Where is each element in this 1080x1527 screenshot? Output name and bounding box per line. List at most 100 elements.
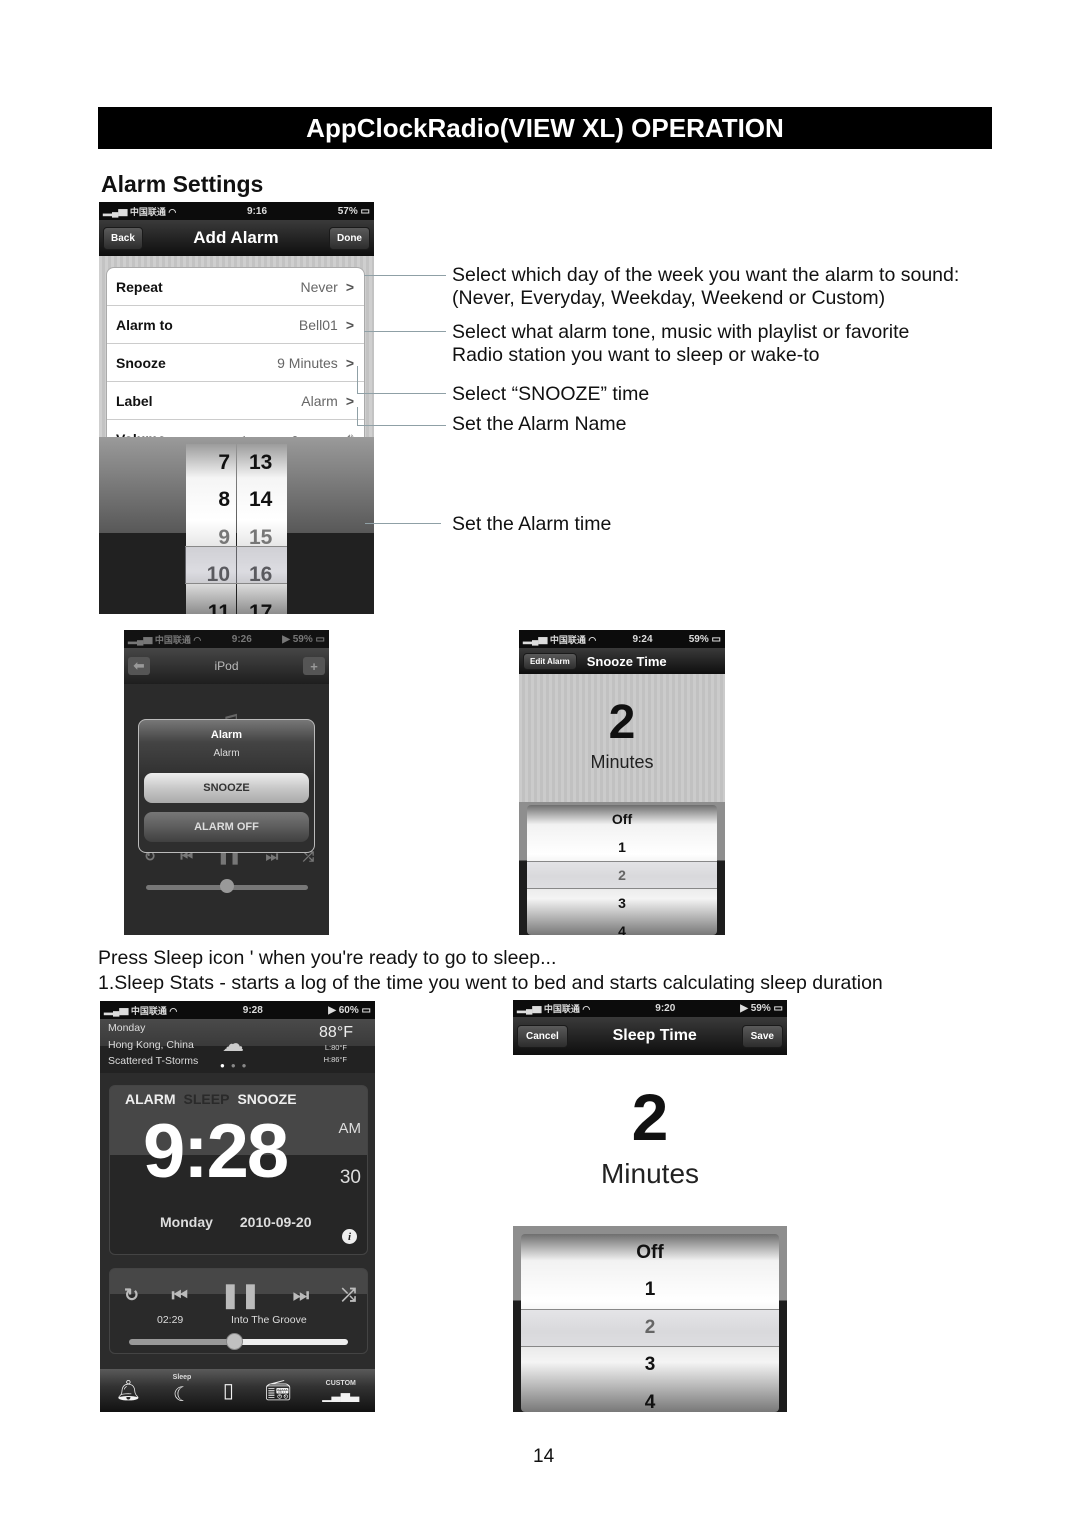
label-row[interactable]: Label Alarm >	[107, 382, 364, 420]
snooze-wheel[interactable]: Off 1 2 3 4	[527, 805, 717, 935]
tab-ipod[interactable]: ▯	[223, 1378, 234, 1403]
leader-line	[365, 523, 441, 524]
tab-alarm[interactable]: 🔔︎	[116, 1378, 141, 1403]
clock-screenshot: ▂▄▆ 中国联通 ◠ 9:28 ▶ 60% ▭ Monday Hong Kong…	[100, 1001, 375, 1412]
leader-line	[357, 393, 446, 394]
track-title: Into The Groove	[231, 1314, 307, 1326]
status-time: 9:28	[242, 1004, 263, 1016]
hour-option[interactable]: 7	[186, 444, 236, 482]
weather-panel[interactable]: Monday Hong Kong, China Scattered T-Stor…	[100, 1019, 375, 1073]
time-picker[interactable]: 7 8 9 10 11 13 14 15 16 17	[99, 437, 374, 614]
annotation-alarm-to: Select what alarm tone, music with playl…	[452, 321, 909, 367]
alarm-alert-dialog: Alarm Alarm SNOOZE ALARM OFF	[138, 719, 315, 853]
picker-option[interactable]: 1	[527, 833, 717, 861]
picker-option[interactable]: Off	[521, 1234, 779, 1272]
alarm-to-row[interactable]: Alarm to Bell01 >	[107, 306, 364, 344]
wifi-icon: ◠	[168, 206, 177, 217]
picker-option[interactable]: 3	[521, 1347, 779, 1385]
minute-option[interactable]: 14	[237, 482, 287, 520]
cancel-button[interactable]: Cancel	[517, 1024, 568, 1048]
done-button[interactable]: Done	[328, 226, 370, 250]
shuffle-icon[interactable]: ⤮	[342, 1285, 356, 1306]
seconds: 30	[339, 1167, 361, 1188]
annotation-repeat: Select which day of the week you want th…	[452, 264, 959, 310]
minute-wheel[interactable]: 13 14 15 16 17	[237, 444, 287, 614]
row-value: Alarm	[301, 392, 338, 409]
snooze-row[interactable]: Snooze 9 Minutes >	[107, 344, 364, 382]
player-controls: ↻ ⏮ ❚❚ ⏭ ⤮	[124, 1281, 356, 1310]
picker-selection-band	[185, 546, 287, 584]
alarm-indicator: ALARM	[125, 1091, 176, 1107]
battery-status: ▶ 60% ▭	[328, 1004, 371, 1016]
temp-low: L:80°F	[324, 1043, 347, 1052]
leader-line	[364, 331, 446, 332]
chevron-right-icon: >	[345, 354, 354, 371]
pause-icon[interactable]: ❚❚	[220, 1281, 260, 1310]
signal-carrier: ▂▄▆ 中国联通 ◠	[128, 634, 202, 645]
next-icon[interactable]: ⏭	[293, 1285, 309, 1306]
slider-knob[interactable]	[220, 879, 234, 893]
signal-carrier: ▂▄▆ 中国联通 ◠	[104, 1005, 178, 1016]
minute-option[interactable]: 17	[237, 594, 287, 614]
sleep-time-header: ▂▄▆ 中国联通 ◠ 9:20 ▶ 59% ▭ Cancel Sleep Tim…	[513, 1000, 787, 1055]
snooze-button[interactable]: SNOOZE	[144, 773, 309, 803]
sleep-value: 2	[631, 1080, 669, 1154]
picker-option[interactable]: 3	[527, 889, 717, 917]
battery-icon: ▭	[360, 205, 370, 217]
leader-line	[357, 425, 446, 426]
ipod-alarm-screenshot: ▂▄▆ 中国联通 ◠ 9:26 ▶ 59% ▭ ⬅ iPod + ♫ ↻ ⏮ ❚…	[124, 630, 329, 935]
hour-option[interactable]: 8	[186, 482, 236, 520]
save-button[interactable]: Save	[741, 1024, 783, 1048]
annotation-snooze: Select “SNOOZE” time	[452, 383, 650, 405]
tab-custom[interactable]: CUSTOM ▁▃▅▃	[322, 1380, 359, 1402]
am-pm: AM	[338, 1120, 362, 1137]
tab-caption: CUSTOM	[325, 1379, 356, 1387]
bell-icon: 🔔︎	[115, 1380, 142, 1402]
clock-time: 9:28	[143, 1109, 289, 1194]
repeat-row[interactable]: Repeat Never >	[107, 268, 364, 306]
weather-condition: Scattered T-Storms	[108, 1055, 199, 1067]
edit-alarm-back-button[interactable]: Edit Alarm	[523, 652, 577, 670]
instruction-line: 1.Sleep Stats - starts a log of the time…	[98, 972, 883, 994]
annotation-line: (Never, Everyday, Weekday, Weekend or Cu…	[452, 287, 886, 309]
back-button[interactable]: Back	[103, 226, 143, 250]
row-value: Bell01	[298, 316, 338, 333]
picker-option-selected[interactable]: 2	[527, 861, 717, 889]
chevron-right-icon: >	[345, 392, 354, 409]
moon-icon: ☾	[173, 1384, 191, 1406]
status-bar: ▂▄▆ 中国联通 ◠ 9:28 ▶ 60% ▭	[100, 1001, 375, 1019]
picker-option[interactable]: 1	[521, 1272, 779, 1310]
leader-line	[364, 275, 446, 276]
ipod-icon: ▯	[222, 1380, 234, 1402]
nav-bar: Back Add Alarm Done	[99, 220, 374, 256]
hour-wheel[interactable]: 7 8 9 10 11	[186, 444, 236, 614]
picker-option-selected[interactable]: 2	[521, 1309, 779, 1347]
previous-icon[interactable]: ⏮	[172, 1285, 188, 1306]
annotation-line: Radio station you want to sleep or wake-…	[452, 344, 820, 366]
tab-radio[interactable]: 📻︎	[265, 1378, 290, 1403]
picker-option[interactable]: Off	[527, 805, 717, 833]
info-icon[interactable]: i	[342, 1229, 357, 1244]
repeat-one-icon[interactable]: ↻	[124, 1285, 139, 1306]
minute-option[interactable]: 13	[237, 444, 287, 482]
plus-icon[interactable]: +	[303, 657, 325, 675]
leader-line	[357, 366, 358, 394]
weather-city: Hong Kong, China	[108, 1038, 194, 1051]
radio-icon: 📻︎	[265, 1380, 291, 1402]
sleep-picker[interactable]: Off 1 2 3 4	[513, 1226, 787, 1413]
playback-knob[interactable]	[226, 1333, 244, 1350]
nav-title: Add Alarm	[193, 228, 279, 247]
picker-option[interactable]: 4	[527, 917, 717, 935]
nav-bar: ⬅ iPod +	[124, 648, 329, 684]
hour-option[interactable]: 11	[186, 594, 236, 614]
alarm-off-button[interactable]: ALARM OFF	[144, 812, 309, 842]
tab-sleep[interactable]: Sleep ☾	[173, 1374, 192, 1407]
back-arrow-icon[interactable]: ⬅	[128, 657, 150, 675]
row-label: Snooze	[116, 354, 166, 371]
snooze-picker[interactable]: Off 1 2 3 4	[519, 802, 725, 935]
tab-caption: Sleep	[172, 1374, 192, 1381]
clock-date: Monday 2010-09-20	[160, 1214, 312, 1230]
snooze-indicator: SNOOZE	[237, 1091, 297, 1107]
picker-option[interactable]: 4	[521, 1384, 779, 1422]
sleep-wheel[interactable]: Off 1 2 3 4	[521, 1234, 779, 1413]
